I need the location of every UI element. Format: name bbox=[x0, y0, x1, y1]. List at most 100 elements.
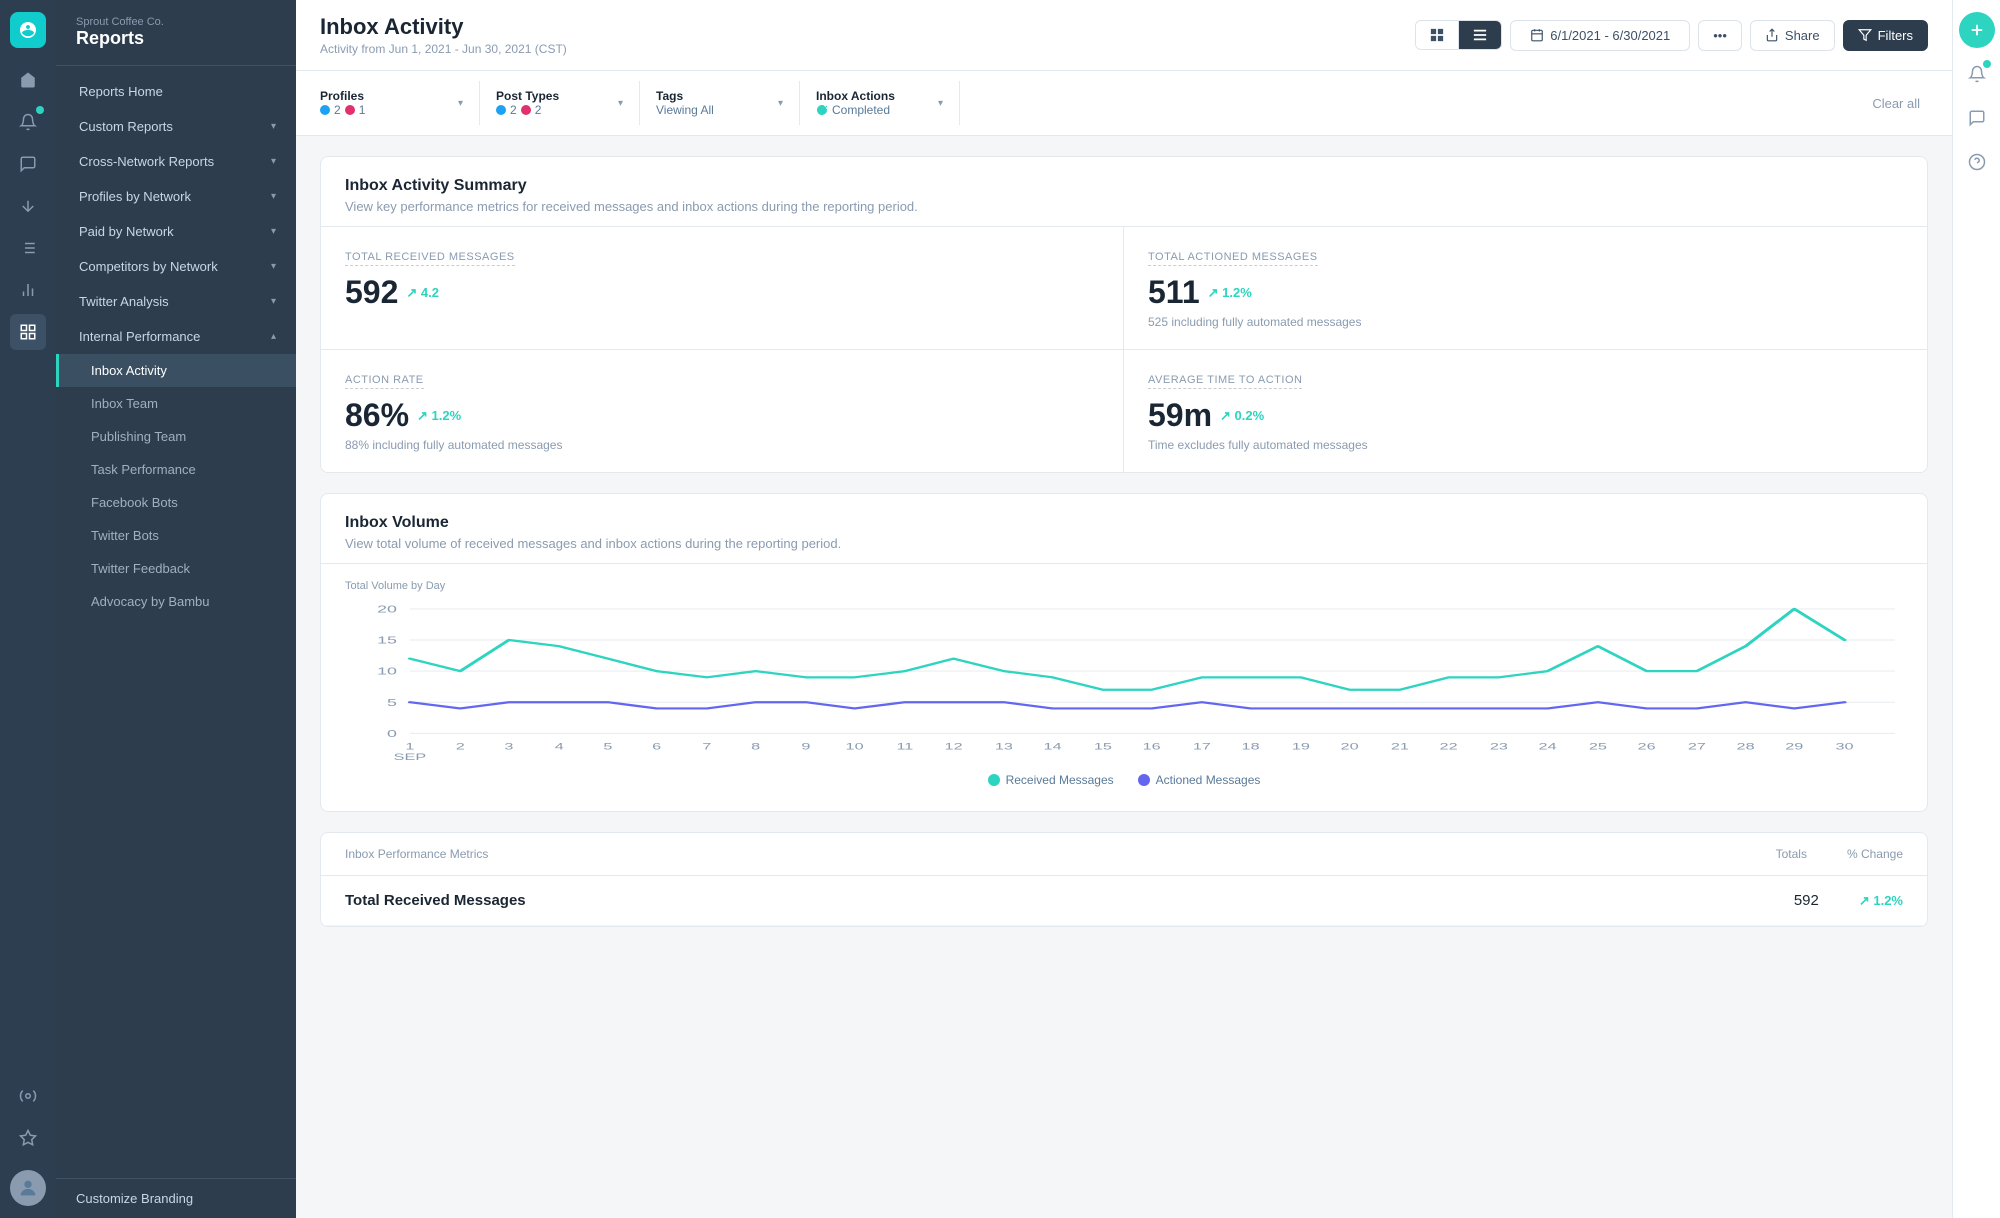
nav-icon-analytics[interactable] bbox=[10, 272, 46, 308]
volume-card: Inbox Volume View total volume of receiv… bbox=[320, 493, 1928, 812]
summary-title: Inbox Activity Summary bbox=[345, 177, 1903, 195]
chevron-icon: ▾ bbox=[271, 261, 276, 272]
view-toggle-group bbox=[1415, 20, 1502, 50]
svg-text:22: 22 bbox=[1440, 741, 1458, 751]
svg-text:15: 15 bbox=[377, 635, 397, 646]
sidebar-header: Sprout Coffee Co. Reports bbox=[56, 0, 296, 66]
filterbar: Profiles 2 1 ▾ Post Types 2 2 bbox=[296, 71, 1952, 136]
summary-subtitle: View key performance metrics for receive… bbox=[345, 199, 1903, 214]
chevron-down-icon: ▾ bbox=[618, 98, 623, 109]
svg-text:20: 20 bbox=[377, 604, 397, 615]
sidebar-sub-item-advocacy-by-bambu[interactable]: Advocacy by Bambu bbox=[56, 585, 296, 618]
nav-icon-reports[interactable] bbox=[10, 314, 46, 350]
svg-text:19: 19 bbox=[1292, 741, 1310, 751]
clear-all-button[interactable]: Clear all bbox=[1864, 88, 1928, 119]
sidebar-item-competitors-by-network[interactable]: Competitors by Network ▾ bbox=[56, 249, 296, 284]
compose-button[interactable] bbox=[1959, 12, 1995, 48]
nav-icon-home[interactable] bbox=[10, 62, 46, 98]
right-icon-help[interactable] bbox=[1959, 144, 1995, 180]
nav-icon-tasks[interactable] bbox=[10, 230, 46, 266]
nav-icon-automations[interactable] bbox=[10, 1078, 46, 1114]
filters-button[interactable]: Filters bbox=[1843, 20, 1928, 51]
topbar: Inbox Activity Activity from Jun 1, 2021… bbox=[296, 0, 1952, 71]
company-name: Sprout Coffee Co. bbox=[76, 16, 276, 28]
metric-total-actioned: Total Actioned Messages 511 ↗ 1.2% 525 i… bbox=[1124, 227, 1927, 350]
twitter-dot-icon bbox=[496, 105, 506, 115]
nav-icon-publish[interactable] bbox=[10, 188, 46, 224]
volume-title: Inbox Volume bbox=[345, 514, 1903, 532]
chevron-icon: ▾ bbox=[271, 121, 276, 132]
legend-received: Received Messages bbox=[988, 773, 1114, 787]
chart-label: Total Volume by Day bbox=[345, 580, 1903, 592]
svg-text:18: 18 bbox=[1242, 741, 1260, 751]
chevron-down-icon: ▾ bbox=[778, 98, 783, 109]
svg-text:11: 11 bbox=[896, 741, 913, 751]
svg-text:10: 10 bbox=[846, 741, 864, 751]
chevron-icon: ▾ bbox=[271, 296, 276, 307]
table-row: Total Received Messages 592 ↗ 1.2% bbox=[321, 876, 1927, 926]
volume-card-header: Inbox Volume View total volume of receiv… bbox=[321, 494, 1927, 564]
volume-subtitle: View total volume of received messages a… bbox=[345, 536, 1903, 551]
icon-bar bbox=[0, 0, 56, 1218]
list-view-button[interactable] bbox=[1459, 21, 1501, 49]
sidebar-item-internal-performance[interactable]: Internal Performance ▴ bbox=[56, 319, 296, 354]
sidebar-footer-branding[interactable]: Customize Branding bbox=[56, 1178, 296, 1218]
sidebar-sub-item-inbox-team[interactable]: Inbox Team bbox=[56, 387, 296, 420]
sidebar-item-reports-home[interactable]: Reports Home bbox=[56, 74, 296, 109]
svg-text:5: 5 bbox=[603, 741, 612, 751]
table-card-header: Inbox Performance Metrics Totals % Chang… bbox=[321, 833, 1927, 876]
page-subtitle: Activity from Jun 1, 2021 - Jun 30, 2021… bbox=[320, 42, 567, 56]
user-avatar[interactable] bbox=[10, 1170, 46, 1206]
svg-text:12: 12 bbox=[945, 741, 963, 751]
app-logo bbox=[10, 12, 46, 48]
performance-table-card: Inbox Performance Metrics Totals % Chang… bbox=[320, 832, 1928, 927]
svg-text:15: 15 bbox=[1094, 741, 1112, 751]
chart-legend: Received Messages Actioned Messages bbox=[345, 765, 1903, 803]
metric-action-rate: Action Rate 86% ↗ 1.2% 88% including ful… bbox=[321, 350, 1124, 472]
svg-text:21: 21 bbox=[1391, 741, 1409, 751]
nav-icon-notifications[interactable] bbox=[10, 104, 46, 140]
svg-text:6: 6 bbox=[652, 741, 661, 751]
right-icon-notifications[interactable] bbox=[1959, 56, 1995, 92]
sidebar-sub-item-inbox-activity[interactable]: Inbox Activity bbox=[56, 354, 296, 387]
filter-inbox-actions[interactable]: Inbox Actions Completed ▾ bbox=[800, 81, 960, 125]
sidebar-sub-item-twitter-feedback[interactable]: Twitter Feedback bbox=[56, 552, 296, 585]
nav-icon-star[interactable] bbox=[10, 1120, 46, 1156]
sidebar-item-custom-reports[interactable]: Custom Reports ▾ bbox=[56, 109, 296, 144]
svg-text:29: 29 bbox=[1785, 741, 1803, 751]
sidebar-sub-item-publishing-team[interactable]: Publishing Team bbox=[56, 420, 296, 453]
metric-avg-time: Average Time to Action 59m ↗ 0.2% Time e… bbox=[1124, 350, 1927, 472]
svg-text:5: 5 bbox=[387, 698, 397, 709]
svg-text:8: 8 bbox=[751, 741, 760, 751]
share-button[interactable]: Share bbox=[1750, 20, 1835, 51]
svg-text:17: 17 bbox=[1193, 741, 1211, 751]
nav-icon-messages[interactable] bbox=[10, 146, 46, 182]
svg-text:23: 23 bbox=[1490, 741, 1508, 751]
filter-post-types[interactable]: Post Types 2 2 ▾ bbox=[480, 81, 640, 125]
table-label: Inbox Performance Metrics bbox=[345, 847, 488, 861]
sidebar-item-twitter-analysis[interactable]: Twitter Analysis ▾ bbox=[56, 284, 296, 319]
instagram-dot-icon bbox=[521, 105, 531, 115]
right-icon-chat[interactable] bbox=[1959, 100, 1995, 136]
svg-text:16: 16 bbox=[1143, 741, 1161, 751]
filter-profiles[interactable]: Profiles 2 1 ▾ bbox=[320, 81, 480, 125]
legend-dot-received bbox=[988, 774, 1000, 786]
content-area: Inbox Activity Summary View key performa… bbox=[296, 136, 1952, 1218]
actioned-line bbox=[410, 702, 1845, 708]
summary-card: Inbox Activity Summary View key performa… bbox=[320, 156, 1928, 473]
svg-text:13: 13 bbox=[995, 741, 1013, 751]
svg-text:SEP: SEP bbox=[394, 752, 427, 760]
sidebar-sub-item-task-performance[interactable]: Task Performance bbox=[56, 453, 296, 486]
svg-text:25: 25 bbox=[1589, 741, 1607, 751]
sidebar-item-paid-by-network[interactable]: Paid by Network ▾ bbox=[56, 214, 296, 249]
legend-actioned: Actioned Messages bbox=[1138, 773, 1261, 787]
summary-grid: Total Received Messages 592 ↗ 4.2 Total … bbox=[321, 227, 1927, 472]
grid-view-button[interactable] bbox=[1416, 21, 1459, 49]
more-options-button[interactable]: ••• bbox=[1698, 20, 1742, 51]
date-range-button[interactable]: 6/1/2021 - 6/30/2021 bbox=[1510, 20, 1690, 51]
sidebar-sub-item-facebook-bots[interactable]: Facebook Bots bbox=[56, 486, 296, 519]
sidebar-sub-item-twitter-bots[interactable]: Twitter Bots bbox=[56, 519, 296, 552]
sidebar-item-cross-network[interactable]: Cross-Network Reports ▾ bbox=[56, 144, 296, 179]
filter-tags[interactable]: Tags Viewing All ▾ bbox=[640, 81, 800, 125]
sidebar-item-profiles-by-network[interactable]: Profiles by Network ▾ bbox=[56, 179, 296, 214]
